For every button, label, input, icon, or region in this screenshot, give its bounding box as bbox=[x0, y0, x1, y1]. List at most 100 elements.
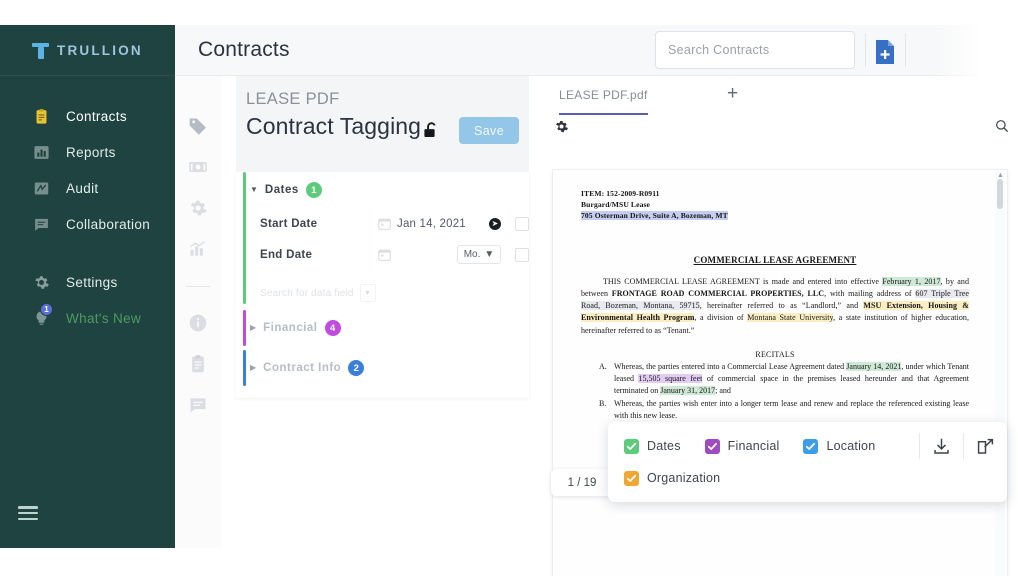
chevron-down-icon[interactable]: ▼ bbox=[359, 284, 376, 302]
scroll-up-icon[interactable]: ▲ bbox=[997, 172, 1004, 179]
unlocked-padlock-icon[interactable] bbox=[422, 121, 441, 141]
tag-date-jan-14-2021[interactable]: January 14, 2021 bbox=[846, 361, 902, 371]
doc-header-line-highlighted: 705 Osterman Drive, Suite A, Bozeman, MT bbox=[581, 211, 728, 220]
doc-header-line: Burgard/MSU Lease bbox=[581, 200, 650, 209]
money-icon[interactable] bbox=[188, 157, 208, 177]
tag-group-contract-info: ▶ Contract Info 2 bbox=[236, 350, 529, 386]
whats-new-badge: 1 bbox=[40, 303, 53, 316]
recital-marker: A. bbox=[599, 361, 607, 371]
pdf-scrollbar[interactable]: ▲ ▼ bbox=[995, 171, 1005, 576]
para-text: THIS COMMERCIAL LEASE AGREEMENT is made … bbox=[603, 277, 883, 286]
chart-icon[interactable] bbox=[188, 239, 208, 259]
data-field-search[interactable]: Search for data field ▼ bbox=[260, 282, 380, 304]
tag-group-dates: ▼ Dates 1 Start Date Jan 14, 2021 ➤ End … bbox=[236, 172, 529, 304]
sidebar-item-audit[interactable]: Audit bbox=[0, 170, 175, 206]
save-button[interactable]: Save bbox=[459, 117, 519, 144]
calendar-icon[interactable] bbox=[378, 217, 391, 230]
field-label: End Date bbox=[260, 248, 313, 261]
add-document-button[interactable] bbox=[873, 39, 897, 65]
gear-icon[interactable] bbox=[554, 119, 569, 134]
group-header-financial[interactable]: ▶ Financial 4 bbox=[250, 310, 529, 346]
tag-icon[interactable] bbox=[188, 116, 208, 136]
field-checkbox[interactable] bbox=[515, 216, 529, 231]
scrollbar-thumb[interactable] bbox=[997, 179, 1003, 209]
sidebar: TRULLION Contracts Reports Audit Collabo… bbox=[0, 25, 175, 548]
group-count-badge: 2 bbox=[348, 360, 365, 376]
info-icon[interactable] bbox=[188, 313, 208, 333]
sidebar-item-reports[interactable]: Reports bbox=[0, 134, 175, 170]
tag-group-financial: ▶ Financial 4 bbox=[236, 310, 529, 346]
legend-item-location[interactable]: Location bbox=[803, 438, 875, 454]
recital-marker: B. bbox=[599, 398, 607, 408]
checkbox-checked-icon bbox=[803, 438, 819, 454]
checkbox-checked-icon bbox=[624, 438, 639, 454]
legend-item-financial[interactable]: Financial bbox=[704, 438, 780, 454]
legend-item-organization[interactable]: Organization bbox=[624, 470, 721, 486]
logo-text: TRULLION bbox=[57, 42, 143, 58]
recitals-list: A. Whereas, the parties entered into a C… bbox=[581, 361, 969, 422]
group-label: Contract Info bbox=[263, 362, 342, 374]
tab-lease-pdf[interactable]: LEASE PDF.pdf bbox=[559, 88, 648, 115]
plus-icon[interactable]: + bbox=[727, 84, 738, 103]
clipboard-icon bbox=[33, 108, 50, 125]
group-label: Financial bbox=[263, 322, 318, 334]
recitals-heading: RECITALS bbox=[755, 349, 795, 359]
legend-label: Organization bbox=[647, 471, 721, 485]
sidebar-item-label: What's New bbox=[66, 310, 142, 326]
month-select[interactable]: Mo. ▼ bbox=[457, 245, 501, 264]
legend-label: Financial bbox=[727, 439, 780, 453]
sidebar-item-contracts[interactable]: Contracts bbox=[0, 98, 175, 134]
field-value: Jan 14, 2021 bbox=[397, 217, 466, 230]
calendar-icon[interactable] bbox=[378, 248, 391, 261]
group-count-badge: 1 bbox=[305, 182, 322, 198]
app-logo[interactable]: TRULLION bbox=[0, 25, 175, 76]
legend-label: Dates bbox=[647, 439, 681, 453]
hamburger-icon[interactable] bbox=[18, 506, 38, 520]
clipboard-icon[interactable] bbox=[188, 354, 208, 374]
gear-icon[interactable] bbox=[188, 198, 208, 218]
magnifier-icon[interactable] bbox=[995, 119, 1009, 133]
goto-tag-button[interactable]: ➤ bbox=[489, 217, 501, 230]
app-root: TRULLION Contracts Reports Audit Collabo… bbox=[0, 0, 1024, 576]
gear-icon bbox=[33, 274, 50, 291]
viewer-tabs: LEASE PDF.pdf + bbox=[541, 76, 1024, 117]
recital-text: Whereas, the parties entered into a Comm… bbox=[614, 361, 969, 395]
tag-legend-overlay: Dates Financial Location Organization bbox=[608, 422, 1007, 502]
viewer-toolbar bbox=[541, 117, 1024, 144]
page-title: Contracts bbox=[198, 38, 290, 61]
comment-icon[interactable] bbox=[188, 395, 208, 415]
sidebar-item-label: Audit bbox=[66, 180, 99, 196]
para-text: , a division of bbox=[694, 313, 748, 323]
tag-financial-square-feet[interactable]: 15,505 square feet bbox=[638, 373, 703, 383]
group-header-contract-info[interactable]: ▶ Contract Info 2 bbox=[250, 350, 529, 386]
group-count-badge: 4 bbox=[324, 320, 341, 336]
download-icon[interactable] bbox=[932, 437, 951, 456]
sidebar-item-collaboration[interactable]: Collaboration bbox=[0, 206, 175, 242]
field-row-end-date: End Date Mo. ▼ bbox=[250, 239, 529, 270]
search-input[interactable] bbox=[655, 31, 855, 69]
audit-icon bbox=[33, 180, 50, 197]
toolbar-divider-right bbox=[905, 33, 906, 67]
group-header-dates[interactable]: ▼ Dates 1 bbox=[250, 172, 529, 208]
tagging-icon-rail bbox=[175, 76, 221, 548]
legend-actions bbox=[907, 433, 995, 459]
external-link-icon[interactable] bbox=[976, 437, 995, 456]
legend-row-2: Organization bbox=[624, 466, 993, 490]
field-checkbox[interactable] bbox=[515, 247, 529, 262]
topbar-fade bbox=[934, 25, 1024, 76]
tag-date-feb-2017[interactable]: February 1, 2017 bbox=[882, 277, 941, 286]
sidebar-item-whats-new[interactable]: 1 What's New bbox=[0, 300, 175, 336]
checkbox-checked-icon bbox=[704, 438, 720, 454]
legend-divider bbox=[919, 433, 920, 459]
sidebar-item-settings[interactable]: Settings bbox=[0, 264, 175, 300]
field-label: Start Date bbox=[260, 217, 318, 230]
tag-date-jan-31-2017[interactable]: January 31, 2017 bbox=[660, 385, 716, 395]
legend-item-dates[interactable]: Dates bbox=[624, 438, 681, 454]
sidebar-divider bbox=[0, 242, 175, 264]
recital-item: B. Whereas, the parties wish enter into … bbox=[581, 398, 969, 422]
sidebar-item-label: Reports bbox=[66, 144, 116, 160]
search-contracts-wrapper bbox=[655, 31, 855, 69]
pdf-viewer: LEASE PDF.pdf + ITEM: 152-2009-R0911 Bur… bbox=[541, 76, 1024, 576]
tag-org-montana-state[interactable]: Montana State University bbox=[747, 313, 834, 323]
contract-tagging-panel: LEASE PDF Contract Tagging Save ▼ Dates … bbox=[236, 76, 529, 398]
